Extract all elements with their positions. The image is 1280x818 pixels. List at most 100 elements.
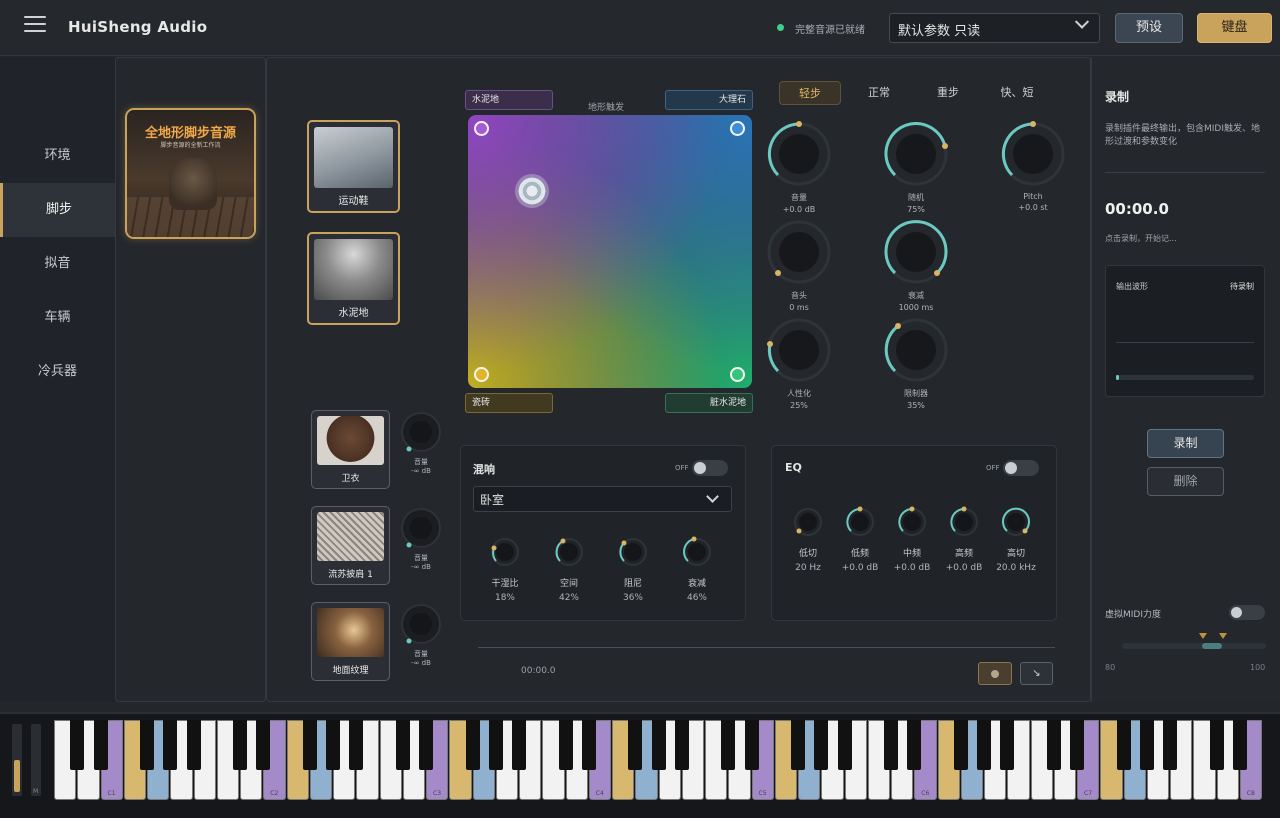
black-key[interactable]: [837, 720, 852, 770]
cloth-volume-knob-3[interactable]: 音量 -∞ dB: [400, 603, 442, 667]
eq-knob-mid[interactable]: 中频 +0.0 dB: [882, 506, 942, 573]
black-key[interactable]: [233, 720, 247, 770]
knob-attack[interactable]: 音头 0 ms: [759, 216, 839, 312]
waveform-progress-fill: [1116, 375, 1119, 380]
eq-knob-low[interactable]: 低频 +0.0 dB: [830, 506, 890, 573]
timeline-track[interactable]: [478, 647, 1055, 648]
eq-knob-low-cut[interactable]: 低切 20 Hz: [778, 506, 838, 573]
velocity-min-handle[interactable]: [1199, 633, 1207, 639]
sidebar-item-footsteps[interactable]: 脚步: [0, 183, 115, 237]
knob-limiter[interactable]: 限制器 35%: [876, 314, 956, 410]
knob-humanize[interactable]: 人性化 25%: [759, 314, 839, 410]
black-key[interactable]: [1139, 720, 1154, 770]
cloth-volume-knob-1[interactable]: 音量 -∞ dB: [400, 411, 442, 475]
black-key[interactable]: [674, 720, 689, 770]
black-key[interactable]: [1046, 720, 1061, 770]
black-key[interactable]: [977, 720, 991, 770]
transport-record-button[interactable]: [978, 662, 1012, 685]
terrain-xy-pad[interactable]: [468, 115, 752, 388]
sidebar-item-melee-weapons[interactable]: 冷兵器: [0, 345, 115, 399]
black-key[interactable]: [163, 720, 178, 770]
app-title: HuiSheng Audio: [68, 18, 208, 36]
knob-value: 25%: [790, 401, 808, 410]
reverb-knob-decay[interactable]: 衰减 46%: [667, 536, 727, 603]
velocity-max-handle[interactable]: [1219, 633, 1227, 639]
menu-icon[interactable]: [24, 16, 46, 34]
black-key[interactable]: [907, 720, 922, 770]
keyboard-button[interactable]: 键盘: [1197, 13, 1272, 43]
black-key[interactable]: [395, 720, 410, 770]
preset-select[interactable]: 默认参数 只读: [889, 13, 1100, 43]
black-key[interactable]: [791, 720, 805, 770]
cloth-tile-shawl[interactable]: 流苏披肩 1: [311, 506, 390, 585]
preset-button[interactable]: 预设: [1115, 13, 1183, 43]
black-key[interactable]: [1070, 720, 1084, 770]
cloth-tile-hoodie[interactable]: 卫衣: [311, 410, 390, 489]
delete-button[interactable]: 删除: [1147, 467, 1224, 496]
cloth-tile-ground-texture[interactable]: 地面纹理: [311, 602, 390, 681]
black-key[interactable]: [465, 720, 480, 770]
black-key[interactable]: [256, 720, 271, 770]
reverb-room-select[interactable]: 卧室: [473, 486, 732, 512]
reverb-toggle[interactable]: [692, 460, 728, 476]
eq-knob-high-cut[interactable]: 高切 20.0 kHz: [986, 506, 1046, 573]
black-key[interactable]: [419, 720, 433, 770]
black-key[interactable]: [1116, 720, 1131, 770]
shoe-tile-concrete[interactable]: 水泥地: [307, 232, 400, 325]
eq-toggle[interactable]: [1003, 460, 1039, 476]
black-key[interactable]: [302, 720, 317, 770]
tile-label: 卫衣: [341, 474, 360, 484]
cloth-volume-knob-2[interactable]: 音量 -∞ dB: [400, 507, 442, 571]
black-key[interactable]: [814, 720, 829, 770]
knob-random[interactable]: 随机 75%: [876, 118, 956, 214]
black-key[interactable]: [186, 720, 201, 770]
tile-label: 水泥地: [338, 308, 369, 319]
waveform-box: 输出波形 待录制: [1105, 265, 1265, 397]
black-key[interactable]: [744, 720, 759, 770]
record-button[interactable]: 录制: [1147, 429, 1224, 458]
sidebar-item-vehicles[interactable]: 车辆: [0, 291, 115, 345]
black-key[interactable]: [651, 720, 666, 770]
black-key[interactable]: [70, 720, 85, 770]
eq-knob-high[interactable]: 高频 +0.0 dB: [934, 506, 994, 573]
black-key[interactable]: [1000, 720, 1015, 770]
knob-pitch[interactable]: Pitch +0.0 st: [993, 118, 1073, 212]
black-key[interactable]: [953, 720, 968, 770]
black-key[interactable]: [488, 720, 503, 770]
knob-volume[interactable]: 音量 +0.0 dB: [759, 118, 839, 214]
black-key[interactable]: [140, 720, 154, 770]
velocity-toggle[interactable]: [1229, 605, 1265, 620]
black-key[interactable]: [581, 720, 596, 770]
reverb-knob-damping[interactable]: 阻尼 36%: [603, 536, 663, 603]
black-key[interactable]: [1232, 720, 1247, 770]
pitch-wheel[interactable]: [12, 724, 22, 796]
tab-fast-short-step[interactable]: 快、短: [986, 81, 1048, 105]
reverb-knob-dry-wet[interactable]: 干湿比 18%: [475, 536, 535, 603]
knob-decay[interactable]: 衰减 1000 ms: [876, 216, 956, 312]
xy-pad-puck[interactable]: [515, 174, 549, 208]
tab-heavy-step[interactable]: 重步: [917, 81, 979, 105]
black-key[interactable]: [326, 720, 340, 770]
tab-normal-step[interactable]: 正常: [848, 81, 910, 105]
black-key[interactable]: [93, 720, 108, 770]
velocity-range-slider[interactable]: [1122, 643, 1266, 649]
sidebar-item-environment[interactable]: 环境: [0, 129, 115, 183]
octave-label: C3: [433, 790, 442, 797]
shoe-tile-sneaker[interactable]: 运动鞋: [307, 120, 400, 213]
black-key[interactable]: [721, 720, 736, 770]
transport-export-button[interactable]: ↘: [1020, 662, 1053, 685]
tab-light-step[interactable]: 轻步: [779, 81, 841, 105]
knob-label: 高频: [954, 549, 973, 559]
sneaker-image: [314, 127, 393, 188]
library-cover-card[interactable]: 全地形脚步音源 脚步音源的全新工作流: [125, 108, 256, 239]
black-key[interactable]: [558, 720, 573, 770]
black-key[interactable]: [1163, 720, 1177, 770]
black-key[interactable]: [512, 720, 526, 770]
sidebar-item-foley[interactable]: 拟音: [0, 237, 115, 291]
black-key[interactable]: [884, 720, 898, 770]
mod-wheel[interactable]: [31, 724, 41, 796]
black-key[interactable]: [349, 720, 364, 770]
reverb-knob-space[interactable]: 空间 42%: [539, 536, 599, 603]
black-key[interactable]: [1209, 720, 1224, 770]
black-key[interactable]: [628, 720, 643, 770]
